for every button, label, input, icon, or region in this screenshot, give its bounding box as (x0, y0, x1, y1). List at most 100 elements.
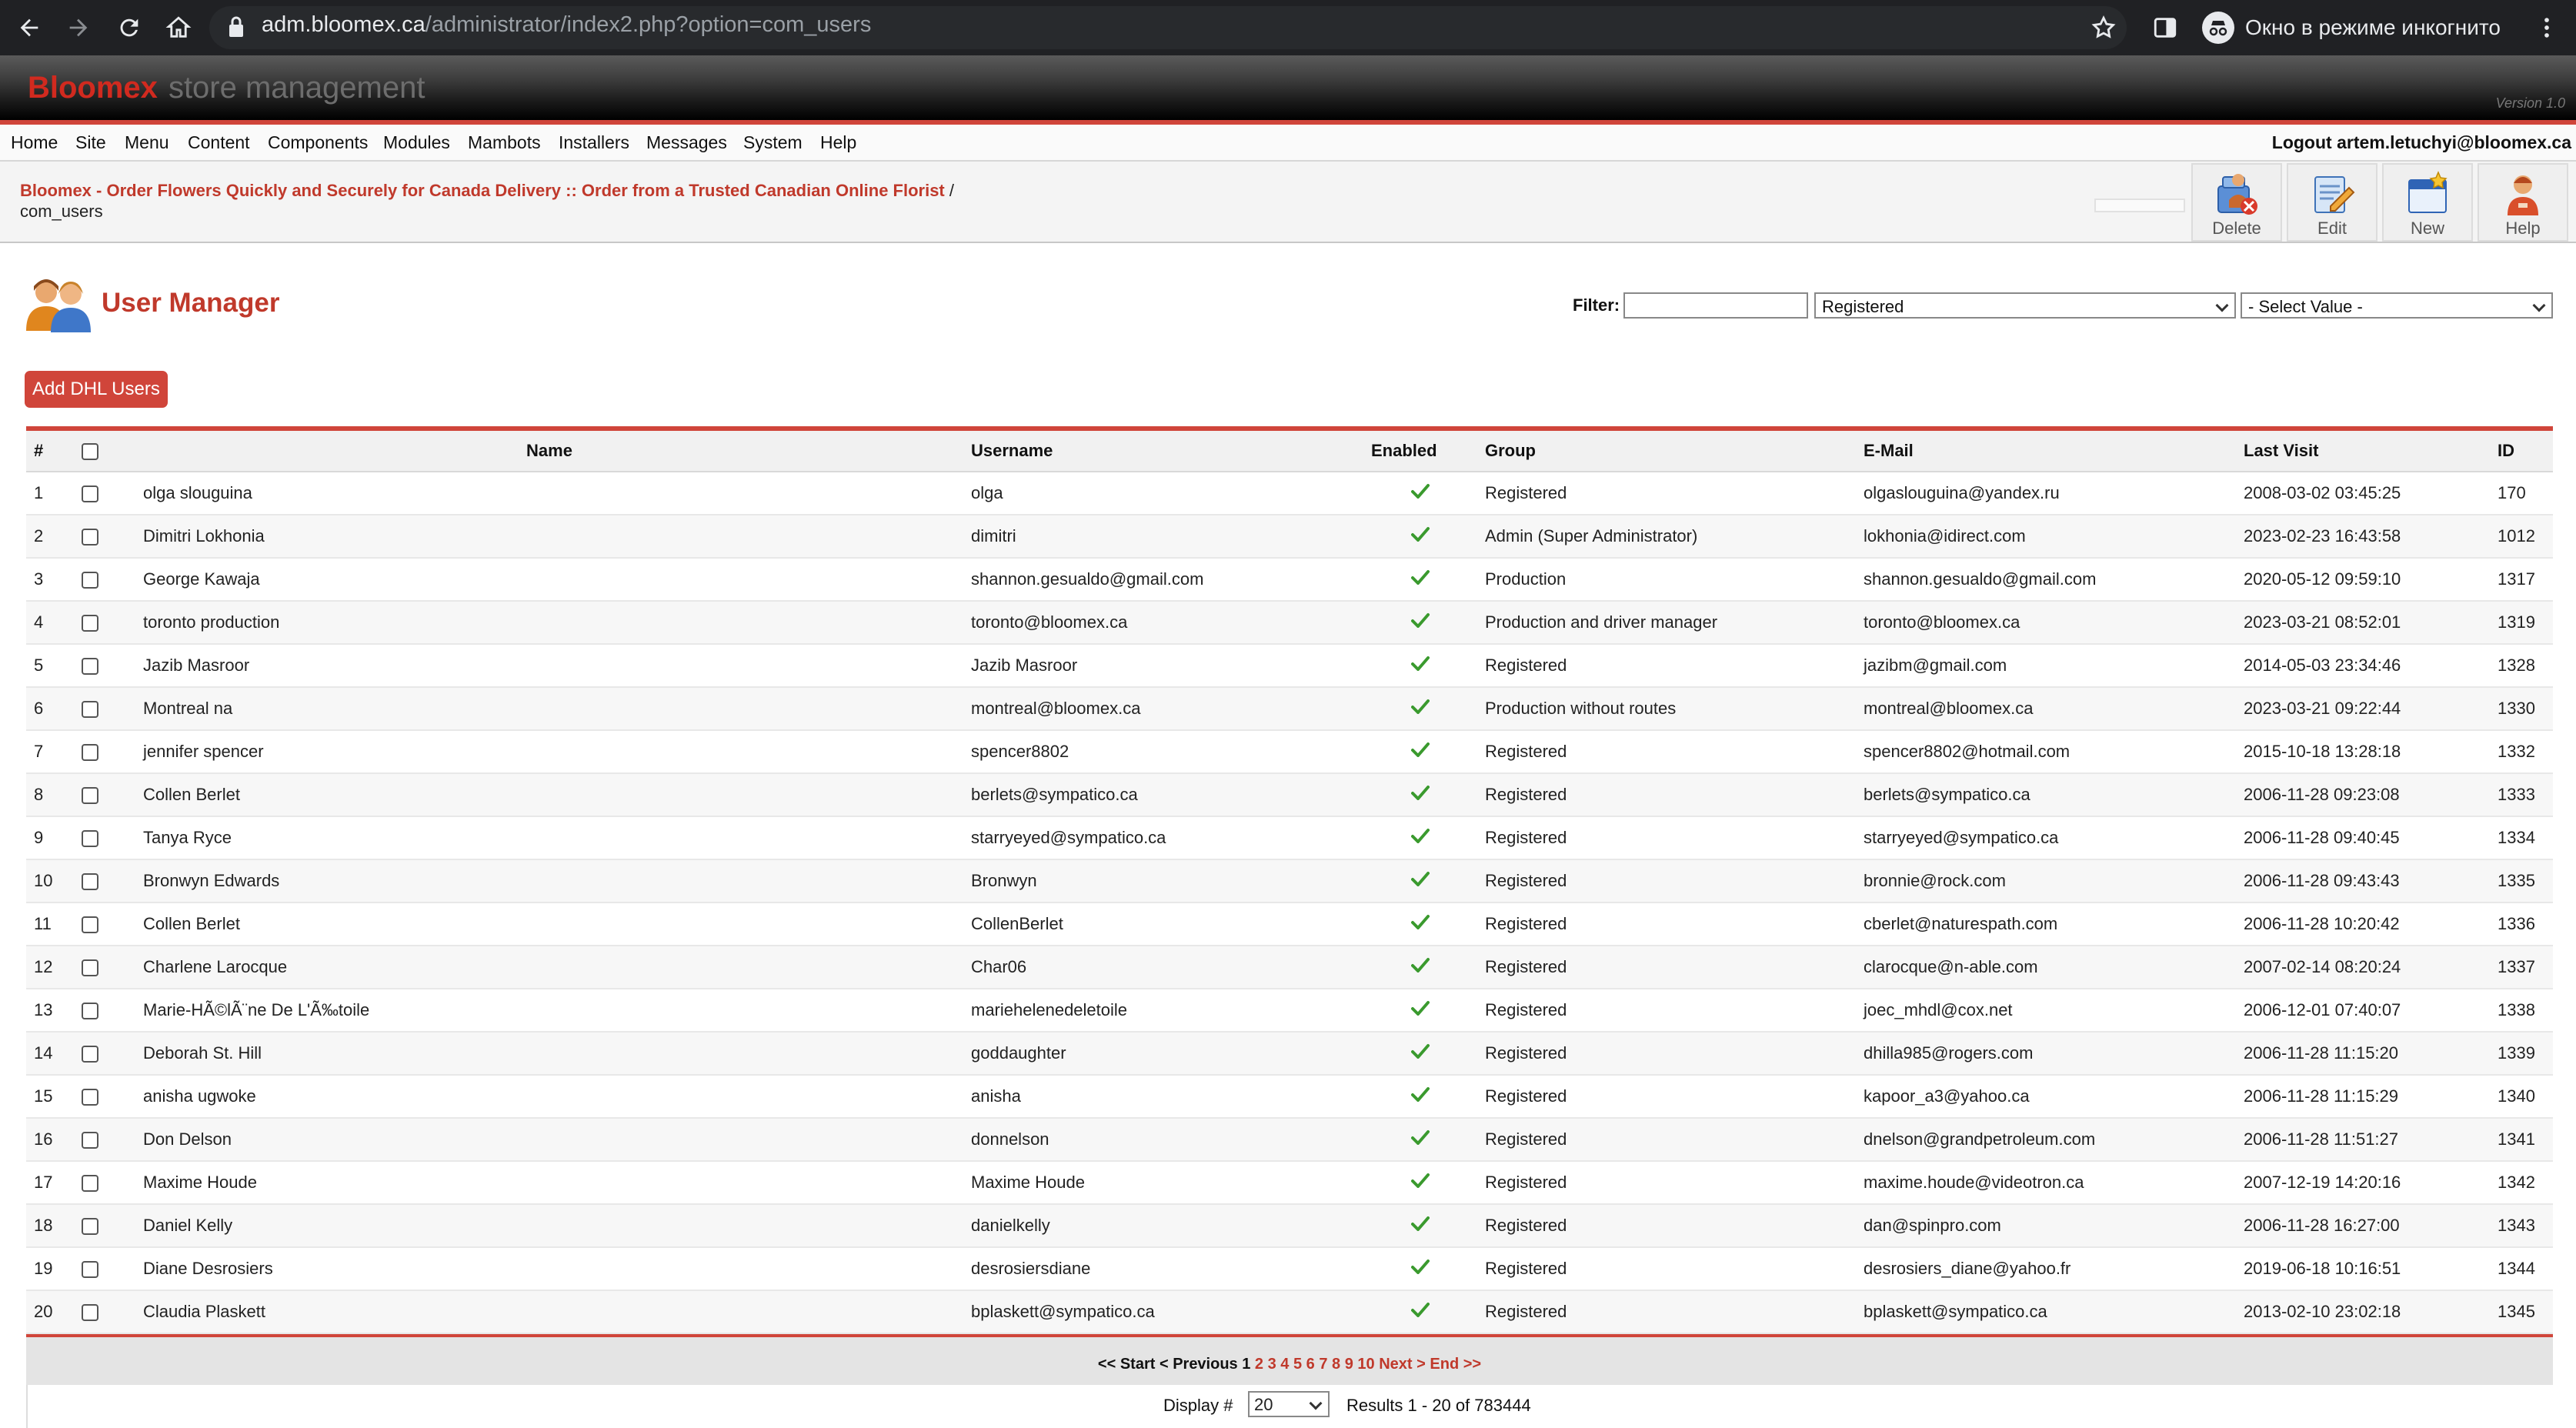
select-all-checkbox[interactable] (82, 443, 98, 461)
user-email-link[interactable]: berlets@sympatico.ca (1856, 773, 2236, 817)
menu-item-installers[interactable]: Installers (559, 132, 629, 153)
user-email-link[interactable]: desrosiers_diane@yahoo.fr (1856, 1247, 2236, 1291)
pager-next[interactable]: Next > (1379, 1356, 1426, 1373)
filter-input[interactable] (1623, 292, 1808, 319)
menu-item-home[interactable]: Home (11, 132, 58, 153)
reload-icon[interactable] (109, 8, 149, 48)
user-email-link[interactable]: bronnie@rock.com (1856, 859, 2236, 903)
menu-item-help[interactable]: Help (820, 132, 856, 153)
check-icon[interactable] (1411, 1086, 1430, 1102)
more-menu-icon[interactable] (2527, 8, 2567, 48)
user-email-link[interactable]: clarocque@n-able.com (1856, 946, 2236, 989)
user-name-link[interactable]: Montreal na (135, 687, 963, 731)
row-checkbox[interactable] (82, 916, 98, 934)
row-checkbox[interactable] (82, 701, 98, 719)
pager-page-link[interactable]: 9 (1345, 1356, 1353, 1373)
pager-page-link[interactable]: 5 (1293, 1356, 1302, 1373)
user-email-link[interactable]: starryeyed@sympatico.ca (1856, 816, 2236, 860)
user-name-link[interactable]: Maxime Houde (135, 1161, 963, 1205)
row-checkbox[interactable] (82, 658, 98, 676)
user-email-link[interactable]: montreal@bloomex.ca (1856, 687, 2236, 731)
check-icon[interactable] (1411, 1259, 1430, 1274)
group-select[interactable]: Registered (1814, 292, 2236, 319)
row-checkbox[interactable] (82, 873, 98, 891)
check-icon[interactable] (1411, 871, 1430, 886)
user-email-link[interactable]: olgaslouguina@yandex.ru (1856, 472, 2236, 515)
user-name-link[interactable]: Don Delson (135, 1118, 963, 1162)
user-email-link[interactable]: dnelson@grandpetroleum.com (1856, 1118, 2236, 1162)
menu-item-content[interactable]: Content (188, 132, 250, 153)
row-checkbox[interactable] (82, 1175, 98, 1193)
col-header-email[interactable]: E-Mail (1856, 431, 2236, 472)
row-checkbox[interactable] (82, 615, 98, 632)
menu-item-components[interactable]: Components (268, 132, 368, 153)
user-email-link[interactable]: shannon.gesualdo@gmail.com (1856, 558, 2236, 602)
user-name-link[interactable]: Bronwyn Edwards (135, 859, 963, 903)
edit-button[interactable]: Edit (2287, 163, 2377, 242)
lock-icon[interactable] (228, 15, 245, 42)
menu-item-menu[interactable]: Menu (125, 132, 169, 153)
pager-page-link[interactable]: 8 (1332, 1356, 1340, 1373)
col-header-id[interactable]: ID (2490, 431, 2553, 472)
user-name-link[interactable]: Tanya Ryce (135, 816, 963, 860)
side-panel-icon[interactable] (2145, 8, 2185, 48)
check-icon[interactable] (1411, 569, 1430, 585)
col-header-group[interactable]: Group (1477, 431, 1856, 472)
user-name-link[interactable]: anisha ugwoke (135, 1075, 963, 1119)
check-icon[interactable] (1411, 1129, 1430, 1145)
row-checkbox[interactable] (82, 830, 98, 848)
back-icon[interactable] (9, 8, 49, 48)
delete-button[interactable]: Delete (2191, 163, 2282, 242)
check-icon[interactable] (1411, 914, 1430, 929)
pager-page-link[interactable]: 6 (1306, 1356, 1315, 1373)
pager-page-link[interactable]: 2 (1255, 1356, 1263, 1373)
star-icon[interactable] (2084, 8, 2124, 48)
pager-page-link[interactable]: 4 (1280, 1356, 1289, 1373)
user-email-link[interactable]: kapoor_a3@yahoo.ca (1856, 1075, 2236, 1119)
row-checkbox[interactable] (82, 959, 98, 977)
check-icon[interactable] (1411, 526, 1430, 542)
row-checkbox[interactable] (82, 1261, 98, 1279)
breadcrumb-site-link[interactable]: Bloomex - Order Flowers Quickly and Secu… (20, 181, 945, 200)
menu-item-messages[interactable]: Messages (646, 132, 727, 153)
user-name-link[interactable]: Claudia Plaskett (135, 1290, 963, 1334)
pager-page-link[interactable]: 7 (1319, 1356, 1327, 1373)
pager-end[interactable]: End >> (1430, 1356, 1481, 1373)
user-email-link[interactable]: jazibm@gmail.com (1856, 644, 2236, 688)
user-email-link[interactable]: bplaskett@sympatico.ca (1856, 1290, 2236, 1334)
user-name-link[interactable]: Jazib Masroor (135, 644, 963, 688)
address-text[interactable]: adm.bloomex.ca/administrator/index2.php?… (262, 12, 871, 38)
display-count-select[interactable]: 20 (1248, 1391, 1330, 1417)
menu-item-modules[interactable]: Modules (383, 132, 450, 153)
menu-item-system[interactable]: System (743, 132, 802, 153)
user-name-link[interactable]: jennifer spencer (135, 730, 963, 774)
help-button[interactable]: Help (2478, 163, 2568, 242)
row-checkbox[interactable] (82, 485, 98, 503)
menu-item-site[interactable]: Site (75, 132, 106, 153)
row-checkbox[interactable] (82, 1046, 98, 1063)
user-name-link[interactable]: Marie-HÃ©lÃ¨ne De L'Ã‰toile (135, 989, 963, 1033)
logout-link[interactable]: Logout artem.letuchyi@bloomex.ca (2272, 132, 2571, 153)
row-checkbox[interactable] (82, 744, 98, 762)
value-select[interactable]: - Select Value - (2241, 292, 2553, 319)
user-email-link[interactable]: cberlet@naturespath.com (1856, 903, 2236, 946)
check-icon[interactable] (1411, 957, 1430, 973)
col-header-last-visit[interactable]: Last Visit (2236, 431, 2490, 472)
row-checkbox[interactable] (82, 1132, 98, 1149)
user-name-link[interactable]: Dimitri Lokhonia (135, 515, 963, 559)
row-checkbox[interactable] (82, 1218, 98, 1236)
pager-page-link[interactable]: 10 (1357, 1356, 1374, 1373)
user-email-link[interactable]: dhilla985@rogers.com (1856, 1032, 2236, 1076)
check-icon[interactable] (1411, 483, 1430, 499)
row-checkbox[interactable] (82, 1089, 98, 1106)
user-name-link[interactable]: Deborah St. Hill (135, 1032, 963, 1076)
check-icon[interactable] (1411, 1000, 1430, 1016)
user-name-link[interactable]: toronto production (135, 601, 963, 645)
user-name-link[interactable]: Charlene Larocque (135, 946, 963, 989)
user-name-link[interactable]: olga slouguina (135, 472, 963, 515)
check-icon[interactable] (1411, 1302, 1430, 1317)
user-name-link[interactable]: Daniel Kelly (135, 1204, 963, 1248)
check-icon[interactable] (1411, 828, 1430, 843)
col-header-name[interactable]: Name (135, 431, 963, 472)
col-header-username[interactable]: Username (963, 431, 1363, 472)
